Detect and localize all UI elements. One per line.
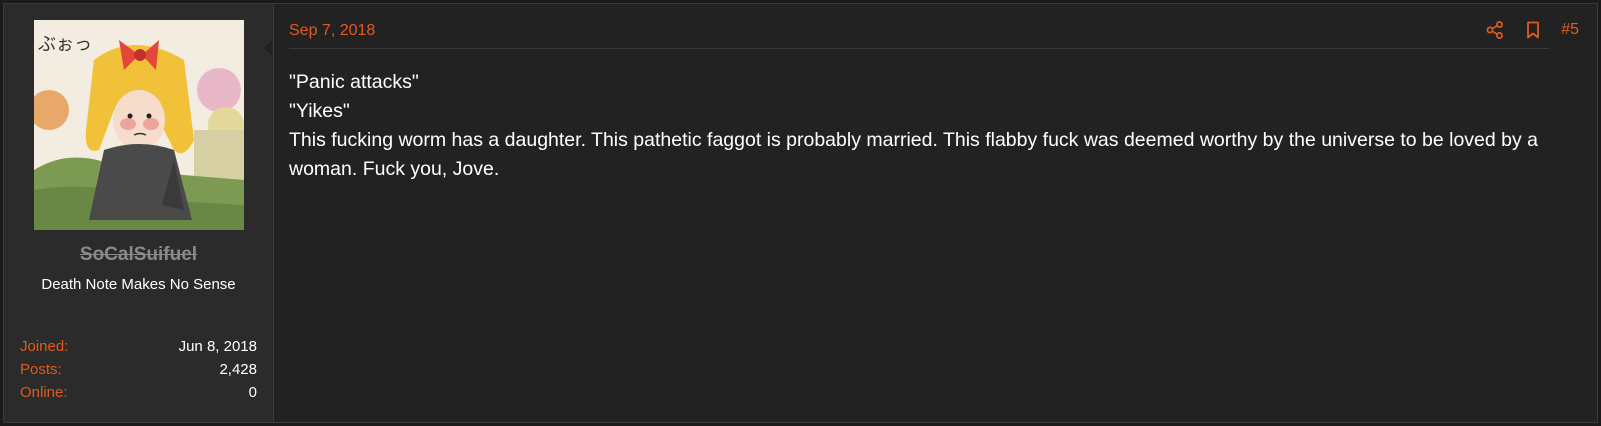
post-number-link[interactable]: #5: [1561, 21, 1579, 39]
post-line: "Yikes": [289, 100, 350, 122]
post-header: Sep 7, 2018 #5: [289, 18, 1579, 49]
sidebar-pointer: [262, 38, 272, 58]
user-stats: Joined: Jun 8, 2018 Posts: 2,428 Online:…: [20, 335, 257, 404]
post-body: "Panic attacks" "Yikes" This fucking wor…: [289, 68, 1577, 184]
username[interactable]: SoCalSuifuel: [4, 244, 273, 266]
share-icon[interactable]: [1485, 20, 1505, 40]
stat-row-posts: Posts: 2,428: [20, 358, 257, 381]
post-line: This fucking worm has a daughter. This p…: [289, 129, 1539, 180]
user-sidebar: ぶぉっ SoCalSuifuel Death Note Makes No Sen…: [4, 4, 274, 422]
avatar-image: ぶぉっ: [34, 20, 244, 230]
post-line: "Panic attacks": [289, 71, 419, 93]
stat-value: 0: [248, 384, 257, 401]
stat-value: Jun 8, 2018: [178, 338, 257, 355]
stat-row-online: Online: 0: [20, 381, 257, 404]
user-title: Death Note Makes No Sense: [41, 276, 236, 293]
post-main: Sep 7, 2018 #5 "Panic attacks" "Yikes" T…: [274, 4, 1597, 422]
stat-value: 2,428: [219, 361, 257, 378]
stat-label: Online:: [20, 384, 68, 401]
stat-row-joined: Joined: Jun 8, 2018: [20, 335, 257, 358]
stat-label: Joined:: [20, 338, 69, 355]
avatar[interactable]: ぶぉっ: [34, 20, 244, 230]
post-date[interactable]: Sep 7, 2018: [289, 22, 375, 40]
svg-text:ぶぉっ: ぶぉっ: [38, 34, 92, 55]
post-actions: #5: [1485, 20, 1579, 40]
stat-label: Posts:: [20, 361, 62, 378]
message-post: ぶぉっ SoCalSuifuel Death Note Makes No Sen…: [3, 3, 1598, 423]
bookmark-icon[interactable]: [1523, 20, 1543, 40]
